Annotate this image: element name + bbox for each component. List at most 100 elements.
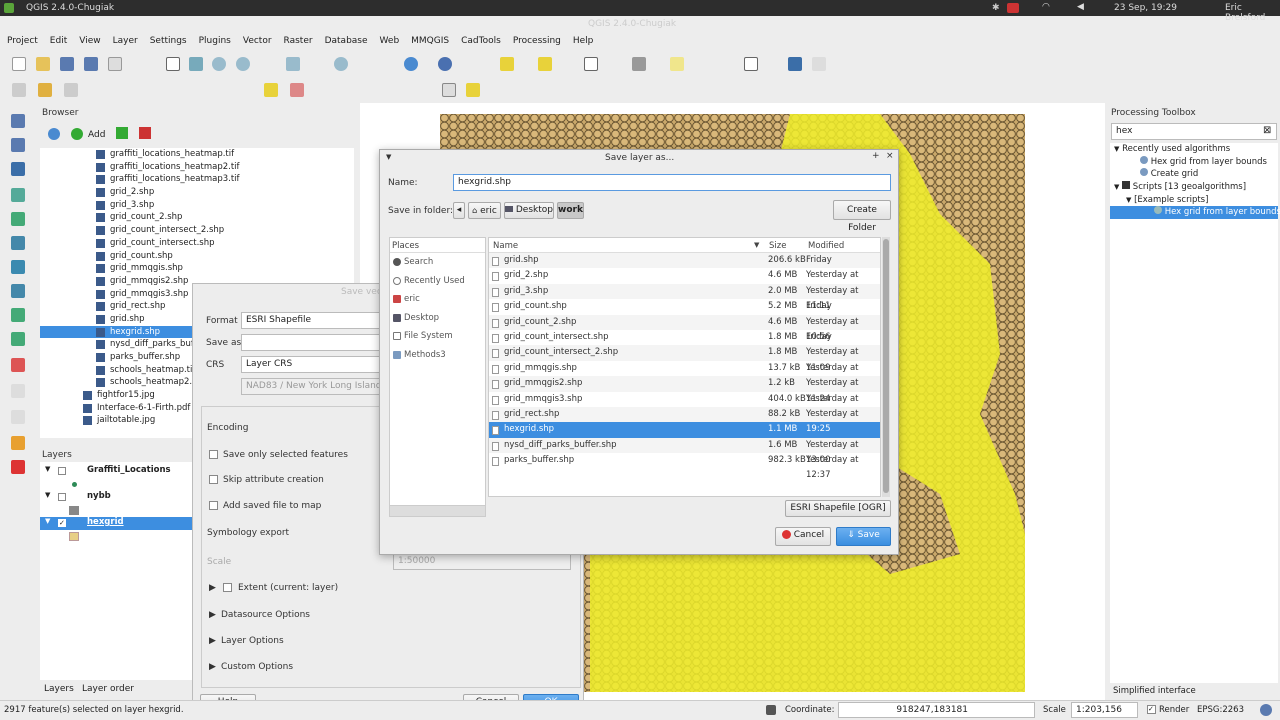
menu-layer[interactable]: Layer — [106, 33, 143, 46]
layer-row-selected[interactable]: ▼ ✓ hexgrid — [40, 517, 192, 530]
add-icon[interactable] — [71, 128, 83, 140]
pan-to-selection-icon[interactable] — [189, 57, 203, 71]
add-postgis-icon[interactable] — [11, 162, 25, 176]
whats-this-icon[interactable] — [812, 57, 826, 71]
crumb-work[interactable]: work — [557, 202, 584, 219]
pan-icon[interactable] — [166, 57, 180, 71]
layer-row[interactable]: ▼ nybb — [40, 491, 192, 504]
datasource-expander[interactable]: ▶ — [209, 610, 216, 620]
select-features-icon[interactable] — [500, 57, 514, 71]
python-icon[interactable] — [442, 83, 456, 97]
diagram-icon[interactable] — [290, 83, 304, 97]
scale-field[interactable]: 1:50000 — [393, 553, 571, 570]
browser-item[interactable]: grid_3.shp — [40, 199, 354, 212]
p2-icon[interactable] — [11, 460, 25, 474]
scripts-node[interactable]: ▼ Scripts [13 geoalgorithms] — [1110, 181, 1278, 194]
place-methods3[interactable]: Methods3 — [390, 346, 485, 365]
menu-view[interactable]: View — [72, 33, 105, 46]
interface-mode[interactable]: Simplified interface — [1113, 686, 1196, 696]
file-row[interactable]: grid.shp 206.6 kB Friday — [489, 253, 880, 269]
zoom-layer-icon[interactable] — [334, 57, 348, 71]
file-row[interactable]: grid_count_2.shp 4.6 MB Yesterday at 10:56 — [489, 314, 880, 342]
coordinate-field[interactable]: 918247,183181 — [838, 702, 1035, 718]
crs-select[interactable]: Layer CRS — [241, 356, 391, 373]
print-composer-icon[interactable] — [108, 57, 122, 71]
field-calculator-icon[interactable] — [11, 384, 25, 398]
create-folder-button[interactable]: Create Folder — [833, 200, 891, 233]
refresh-icon[interactable] — [404, 57, 418, 71]
measure-icon[interactable] — [632, 57, 646, 71]
file-row[interactable]: parks_buffer.shp 982.3 kB Yesterday at 12:… — [489, 453, 880, 480]
add-delimited-icon[interactable] — [11, 308, 25, 322]
extent-checkbox[interactable] — [223, 583, 232, 592]
tab-layer-order[interactable]: Layer order — [82, 684, 134, 694]
scroll-thumb[interactable] — [883, 239, 889, 493]
menu-help[interactable]: Help — [566, 33, 599, 46]
menu-edit[interactable]: Edit — [43, 33, 72, 46]
expand-icon[interactable]: ▼ — [1114, 183, 1119, 191]
filter-icon[interactable] — [116, 127, 128, 139]
layer-checkbox[interactable]: ✓ — [58, 519, 66, 527]
menu-settings[interactable]: Settings — [143, 33, 192, 46]
annotation-icon[interactable] — [670, 57, 684, 71]
file-row[interactable]: grid_mmqgis3.shp404.0 kBYesterday at 11:… — [489, 392, 880, 419]
clock[interactable]: 23 Sep, 19:29 — [1114, 3, 1177, 13]
file-row[interactable]: grid_count.shp 5.2 MB Friday — [489, 299, 880, 314]
crumb-desktop[interactable]: Desktop — [504, 202, 554, 219]
custom-options-expander[interactable]: ▶ — [209, 662, 216, 672]
layers-tree[interactable]: ▼ Graffiti_Locations ▼ nybb ▼ ✓ hexgrid — [40, 462, 192, 680]
wifi-icon[interactable]: ◠ — [1042, 2, 1050, 12]
file-list[interactable]: Name ▼ Size Modified grid.shp 206.6 kB Fri… — [488, 237, 881, 497]
maximize-icon[interactable]: + — [872, 151, 880, 161]
file-row[interactable]: grid_mmqgis2.shp 1.2 kB Yesterday at 11:24 — [489, 376, 880, 404]
browser-item[interactable]: graffiti_locations_heatmap.tif — [40, 148, 354, 161]
expand-icon[interactable]: ▼ — [1126, 196, 1131, 204]
datasource-label[interactable]: Datasource Options — [221, 610, 310, 620]
add-raster-icon[interactable] — [11, 138, 25, 152]
user-name[interactable]: Eric Brelsford — [1225, 3, 1280, 23]
add-wcs-icon[interactable] — [11, 260, 25, 274]
processing-search[interactable]: hex — [1111, 123, 1277, 140]
refresh-icon[interactable] — [48, 128, 60, 140]
add-wms-icon[interactable] — [11, 236, 25, 250]
path-back-button[interactable]: ◂ — [453, 202, 465, 219]
edit-icon[interactable] — [12, 83, 26, 97]
layer-options-label[interactable]: Layer Options — [221, 636, 284, 646]
identify-icon[interactable] — [438, 57, 452, 71]
place-search[interactable]: Search — [390, 253, 485, 272]
save-selected-checkbox[interactable] — [209, 450, 218, 459]
browser-item[interactable]: grid_count_intersect.shp — [40, 237, 354, 250]
custom-options-label[interactable]: Custom Options — [221, 662, 293, 672]
note-icon[interactable] — [466, 83, 480, 97]
file-row[interactable]: grid_2.shp4.6 MBYesterday at 10:54 — [489, 268, 880, 296]
menu-web[interactable]: Web — [373, 33, 405, 46]
help-icon[interactable] — [788, 57, 802, 71]
save-edits-icon[interactable] — [64, 83, 78, 97]
layer-checkbox[interactable] — [58, 467, 66, 475]
extent-label[interactable]: Extent (current: layer) — [238, 583, 338, 593]
format-select[interactable]: ESRI Shapefile — [241, 312, 391, 329]
place-recent[interactable]: Recently Used — [390, 272, 485, 291]
mail-icon[interactable] — [1007, 3, 1019, 13]
recent-item[interactable]: Create grid — [1110, 168, 1278, 181]
crumb-eric[interactable]: ⌂ eric — [468, 202, 501, 219]
file-row[interactable]: nysd_diff_parks_buffer.shp 1.6 MB Yesterda… — [489, 437, 880, 465]
menu-cadtools[interactable]: CadTools — [454, 33, 506, 46]
recent-item[interactable]: Hex grid from layer bounds — [1110, 155, 1278, 169]
browser-item[interactable]: grid_count_intersect_2.shp — [40, 224, 354, 237]
file-row[interactable]: grid_count_intersect_2.shp 1.8 MB Yesterda… — [489, 345, 880, 373]
toggle-editing-icon[interactable] — [38, 83, 52, 97]
bluetooth-icon[interactable]: ✱ — [992, 3, 1000, 13]
add-to-map-label[interactable]: Add saved file to map — [223, 501, 321, 511]
open-project-icon[interactable] — [36, 57, 50, 71]
close-icon[interactable]: × — [886, 151, 894, 161]
add-wfs-icon[interactable] — [11, 284, 25, 298]
file-row[interactable]: hexgrid.shp 1.1 MB 19:25 — [489, 422, 880, 438]
file-row[interactable]: grid_count_intersect.shp 1.8 MB Friday — [489, 330, 880, 345]
file-row[interactable]: grid_rect.shp88.2 kBYesterday at 11:16 — [489, 406, 880, 434]
browser-item[interactable]: graffiti_locations_heatmap2.tif — [40, 161, 354, 174]
menu-plugins[interactable]: Plugins — [192, 33, 236, 46]
menu-raster[interactable]: Raster — [277, 33, 318, 46]
save-as-field[interactable] — [241, 334, 391, 351]
tab-layers[interactable]: Layers — [44, 684, 74, 694]
